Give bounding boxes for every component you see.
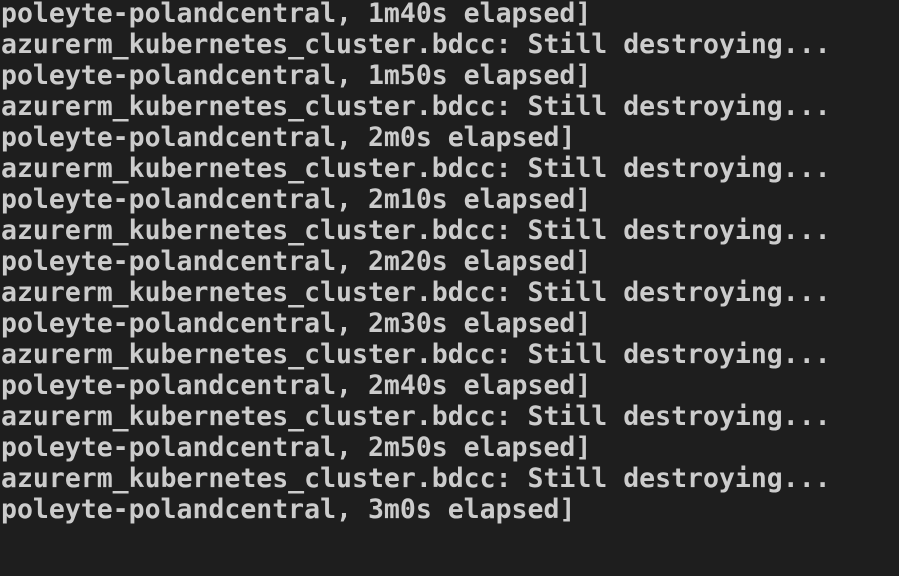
terminal-line: azurerm_kubernetes_cluster.bdcc: Still d… [1,401,831,432]
terminal-line: poleyte-polandcentral, 2m30s elapsed] [1,308,592,339]
terminal-line: poleyte-polandcentral, 2m40s elapsed] [1,370,592,401]
terminal-line: azurerm_kubernetes_cluster.bdcc: Still d… [1,215,831,246]
terminal-line: poleyte-polandcentral, 1m50s elapsed] [1,60,592,91]
terminal-line: poleyte-polandcentral, 2m0s elapsed] [1,122,576,153]
terminal-line: azurerm_kubernetes_cluster.bdcc: Still d… [1,277,831,308]
terminal-line: poleyte-polandcentral, 2m50s elapsed] [1,432,592,463]
terminal-line: poleyte-polandcentral, 2m10s elapsed] [1,184,592,215]
terminal-line: azurerm_kubernetes_cluster.bdcc: Still d… [1,153,831,184]
terminal-line: azurerm_kubernetes_cluster.bdcc: Still d… [1,29,831,60]
terminal-line: poleyte-polandcentral, 3m0s elapsed] [1,494,576,525]
terminal-lines: poleyte-polandcentral, 1m40s elapsed] az… [1,0,899,527]
terminal-line: azurerm_kubernetes_cluster.bdcc: Still d… [1,463,831,494]
terminal-line: azurerm_kubernetes_cluster.bdcc: Still d… [1,91,831,122]
terminal-line: poleyte-polandcentral, 2m20s elapsed] [1,246,592,277]
terminal-line: azurerm_kubernetes_cluster.bdcc: Still d… [1,339,831,370]
terminal-output[interactable]: poleyte-polandcentral, 1m40s elapsed] az… [0,0,899,576]
terminal-line: poleyte-polandcentral, 1m40s elapsed] [1,0,592,29]
